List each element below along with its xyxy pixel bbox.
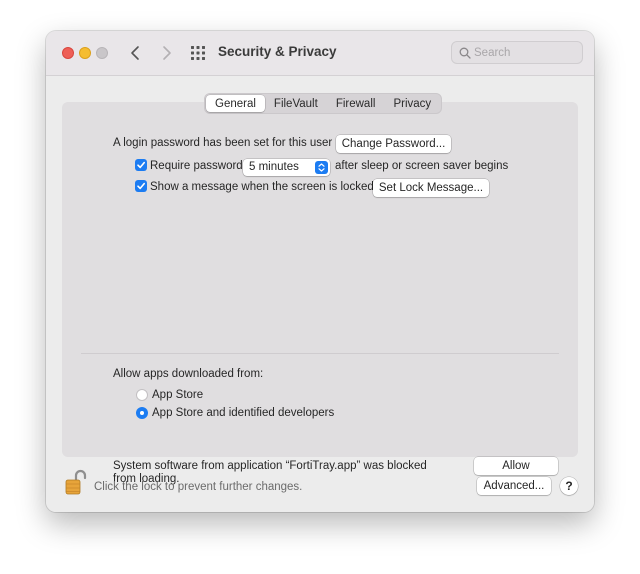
allow-button[interactable]: Allow (474, 457, 558, 475)
tab-filevault[interactable]: FileVault (265, 95, 327, 112)
zoom-button[interactable] (96, 47, 108, 59)
show-all-button[interactable] (189, 44, 207, 62)
forward-button[interactable] (156, 42, 176, 64)
require-password-select[interactable]: 5 minutes (243, 159, 330, 176)
stepper-icon (315, 161, 328, 174)
tab-firewall[interactable]: Firewall (327, 95, 385, 112)
downloads-heading: Allow apps downloaded from: (113, 368, 264, 380)
grid-icon (191, 46, 205, 60)
minimize-button[interactable] (79, 47, 91, 59)
lock-text: Click the lock to prevent further change… (94, 481, 303, 493)
chevron-right-icon (163, 46, 171, 60)
content-area: A login password has been set for this u… (46, 76, 594, 512)
back-button[interactable] (126, 42, 146, 64)
require-password-label: Require password (150, 160, 243, 172)
set-lock-message-button[interactable]: Set Lock Message... (373, 179, 489, 197)
checkmark-icon (137, 182, 145, 190)
window-title: Security & Privacy (218, 44, 337, 59)
search-input[interactable] (474, 44, 578, 61)
lock-button[interactable] (62, 469, 88, 497)
help-button[interactable]: ? (560, 477, 578, 495)
require-password-checkbox[interactable] (135, 159, 147, 171)
checkmark-icon (137, 161, 145, 169)
general-panel: A login password has been set for this u… (62, 102, 578, 485)
radio-app-store[interactable] (136, 389, 148, 401)
radio-app-store-label: App Store (152, 389, 204, 401)
login-password-text: A login password has been set for this u… (113, 137, 333, 149)
require-password-value: 5 minutes (249, 161, 299, 173)
chevron-left-icon (131, 46, 139, 60)
show-message-label: Show a message when the screen is locked (150, 181, 374, 193)
advanced-button[interactable]: Advanced... (477, 477, 551, 495)
radio-identified-developers-label: App Store and identified developers (152, 407, 335, 419)
show-message-checkbox[interactable] (135, 180, 147, 192)
radio-identified-developers[interactable] (136, 407, 148, 419)
tab-bar: General FileVault Firewall Privacy (204, 93, 443, 114)
search-field[interactable] (451, 41, 583, 64)
security-privacy-window: Security & Privacy A login password has … (46, 31, 594, 512)
blocked-text-line1: System software from application “FortiT… (113, 460, 427, 472)
title-bar: Security & Privacy (46, 31, 594, 76)
tab-privacy[interactable]: Privacy (384, 95, 440, 112)
tab-general[interactable]: General (206, 95, 265, 112)
search-icon (459, 47, 471, 59)
require-password-suffix: after sleep or screen saver begins (335, 160, 509, 172)
divider (81, 353, 559, 354)
padlock-icon (65, 469, 87, 495)
close-button[interactable] (62, 47, 74, 59)
change-password-button[interactable]: Change Password... (336, 135, 451, 153)
